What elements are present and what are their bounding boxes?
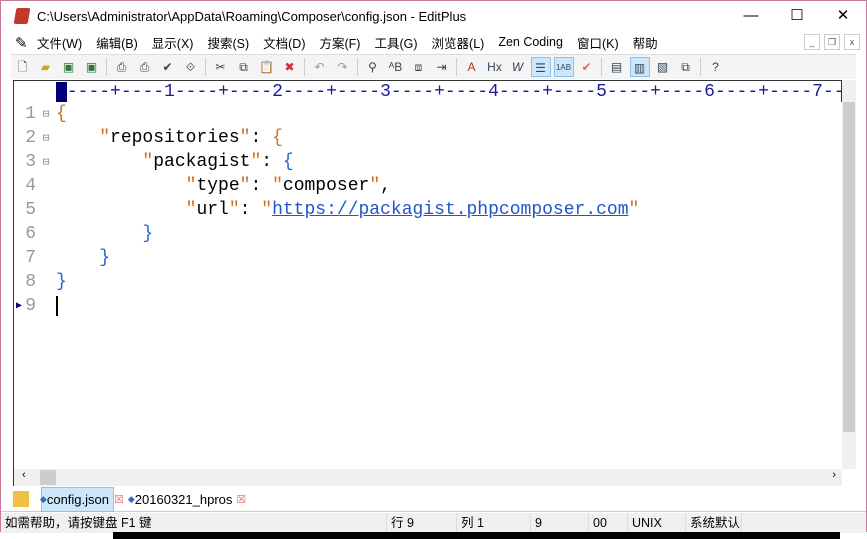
status-help: 如需帮助，请按键盘 F1 键 [1, 513, 387, 533]
code-line: 1 ⊟{ [25, 104, 67, 124]
replace-icon[interactable]: ᴬB [386, 57, 406, 77]
title-bar: C:\Users\Administrator\AppData\Roaming\C… [1, 1, 866, 31]
code-line: 8} [25, 272, 67, 292]
close-tab-icon[interactable]: ☒ [236, 493, 246, 506]
print-icon[interactable]: ⎙ [135, 57, 155, 77]
menu-search[interactable]: 搜索(S) [207, 33, 249, 52]
horizontal-scrollbar[interactable]: ‹ › [13, 469, 842, 486]
undo-icon[interactable]: ↶ [310, 57, 330, 77]
menu-tools[interactable]: 工具(G) [374, 33, 417, 52]
find-in-files-icon[interactable]: ⧈ [409, 57, 429, 77]
browser-preview-icon[interactable]: ⟐ [181, 57, 201, 77]
menu-window[interactable]: 窗口(K) [577, 33, 619, 52]
folder-icon[interactable] [13, 491, 29, 507]
menu-view[interactable]: 显示(X) [152, 33, 194, 52]
code-line: 7 } [25, 248, 111, 268]
hex-icon[interactable]: Hx [485, 57, 505, 77]
indent-guide-icon[interactable]: ☰ [530, 57, 551, 77]
tab-20160321[interactable]: ◆ 20160321_hpros [124, 487, 237, 512]
copy-icon[interactable]: ⧉ [234, 57, 254, 77]
maximize-button[interactable]: ☐ [774, 1, 820, 31]
mdi-restore-button[interactable]: ❐ [824, 34, 840, 50]
save-all-icon[interactable]: ▣ [82, 57, 102, 77]
print-preview-icon[interactable]: ⎙ [112, 57, 132, 77]
goto-line-icon[interactable]: ⇥ [432, 57, 452, 77]
window-title: C:\Users\Administrator\AppData\Roaming\C… [37, 8, 467, 24]
fold-icon[interactable]: ⊟ [36, 131, 56, 145]
menu-project[interactable]: 方案(F) [320, 33, 361, 52]
editplus-logo-icon [13, 8, 31, 24]
output-window-icon[interactable]: ▥ [629, 57, 650, 77]
status-chars: 9 [531, 513, 589, 533]
font-icon[interactable]: A [462, 57, 482, 77]
fullscreen-icon[interactable]: ⧉ [676, 57, 696, 77]
document-tabs: ◆ config.json ☒ ◆ 20160321_hpros ☒ [1, 486, 866, 512]
line-number-icon[interactable]: 1AB [553, 57, 574, 77]
paste-icon[interactable]: 📋 [257, 57, 277, 77]
mdi-minimize-button[interactable]: _ [804, 34, 820, 50]
spellcheck-icon[interactable]: ✔ [158, 57, 178, 77]
mdi-close-button[interactable]: x [844, 34, 860, 50]
menu-file[interactable]: 文件(W) [37, 33, 82, 52]
check-icon[interactable]: ✔ [577, 57, 597, 77]
fold-icon[interactable]: ⊟ [36, 155, 56, 169]
code-line: 6 } [25, 224, 154, 244]
status-code: 00 [589, 513, 628, 533]
cliptext-icon[interactable]: ▧ [653, 57, 673, 77]
code-line: 2 ⊟ " repositories ": { [25, 128, 283, 148]
code-line: 5 " url ": " https://packagist.phpcomposer.… [25, 200, 640, 220]
delete-icon[interactable]: ✖ [280, 57, 300, 77]
menu-browser[interactable]: 浏览器(L) [432, 33, 485, 52]
menu-bar: 文件(W) 编辑(B) 显示(X) 搜索(S) 文档(D) 方案(F) 工具(G… [1, 31, 866, 53]
menu-zen-coding[interactable]: Zen Coding [498, 35, 563, 49]
find-icon[interactable]: ⚲ [363, 57, 383, 77]
status-encoding: 系统默认 [686, 513, 742, 533]
save-icon[interactable]: ▣ [59, 57, 79, 77]
open-folder-icon[interactable]: ▰ [36, 57, 56, 77]
status-col: 列 1 [457, 513, 531, 533]
code-line: 4 " type ": " composer ", [25, 176, 391, 196]
vertical-scrollbar[interactable] [842, 80, 856, 469]
status-bar: 如需帮助，请按键盘 F1 键 行 9 列 1 9 00 UNIX 系统默认 [1, 513, 866, 533]
status-eol: UNIX [628, 513, 686, 533]
close-button[interactable]: ✕ [820, 1, 866, 31]
status-row: 行 9 [387, 513, 457, 533]
word-wrap-icon[interactable]: W [508, 57, 528, 77]
editplus-window: C:\Users\Administrator\AppData\Roaming\C… [0, 0, 867, 533]
help-icon[interactable]: ? [706, 57, 726, 77]
directory-window-icon[interactable]: ▤ [607, 57, 627, 77]
toolbar: 🗋 ▰ ▣ ▣ ⎙ ⎙ ✔ ⟐ ✂ ⧉ 📋 ✖ ↶ ↷ ⚲ ᴬB ⧈ ⇥ A H… [11, 54, 856, 79]
column-ruler: ▮----+----1----+----2----+----3----+----… [13, 80, 842, 102]
text-cursor [56, 296, 58, 316]
fold-icon[interactable]: ⊟ [36, 107, 56, 121]
cut-icon[interactable]: ✂ [211, 57, 231, 77]
close-tab-icon[interactable]: ☒ [114, 493, 124, 506]
new-file-icon[interactable]: 🗋 [13, 57, 33, 77]
current-line-marker-icon: ▶ [16, 301, 23, 312]
code-line: 3 ⊟ " packagist ": { [25, 152, 294, 172]
code-editor[interactable]: 1 ⊟{ 2 ⊟ " repositories ": { 3 ⊟ " packagist ":… [13, 102, 842, 469]
url-link[interactable]: https://packagist.phpcomposer.com [272, 200, 628, 220]
menu-help[interactable]: 帮助 [633, 33, 658, 52]
menu-document[interactable]: 文档(D) [263, 33, 305, 52]
code-line: ▶ 9 [14, 294, 842, 318]
minimize-button[interactable]: — [728, 1, 774, 31]
tab-config-json[interactable]: ◆ config.json [40, 486, 114, 512]
redo-icon[interactable]: ↷ [333, 57, 353, 77]
menu-edit[interactable]: 编辑(B) [96, 33, 138, 52]
